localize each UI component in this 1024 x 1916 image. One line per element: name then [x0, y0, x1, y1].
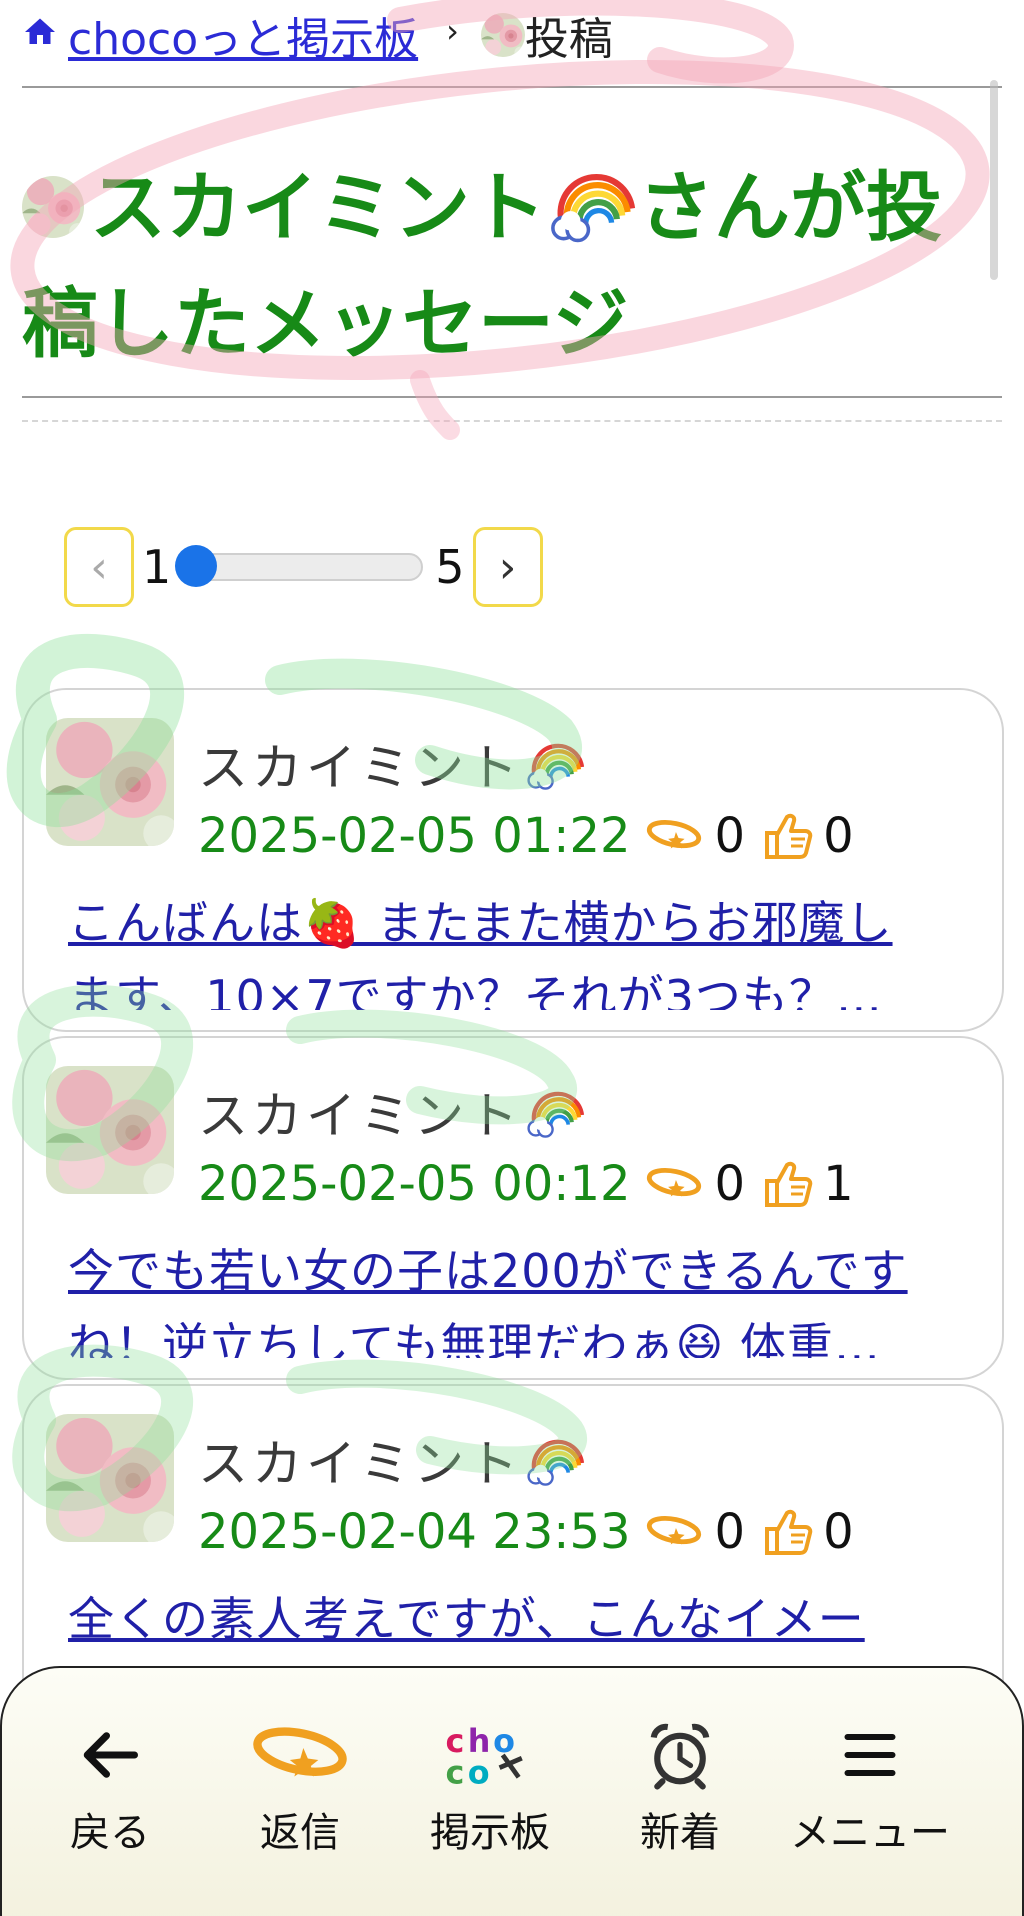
nav-back-button[interactable]: 戻る	[20, 1720, 200, 1858]
post-body-link[interactable]: こんばんは🍓 またまた横からお邪魔し ます、10×7ですか？それが3つも？…	[68, 886, 988, 1010]
post-body-line: ね！逆立ちしても無理だわぁ😆 体重…	[68, 1318, 881, 1358]
post-meta: 2025-02-05 00:12 0 1	[198, 1156, 854, 1212]
reply-count: 0	[714, 1504, 746, 1560]
nav-label: 返信	[260, 1810, 340, 1856]
next-page-button[interactable]: ›	[472, 527, 543, 607]
back-arrow-icon	[83, 1732, 138, 1778]
post-avatar[interactable]	[46, 1414, 174, 1542]
post-body-line: 今でも若い女の子は200ができるんです	[68, 1244, 908, 1298]
post-author-name: スカイミント	[198, 739, 522, 797]
page-title: スカイミント さんが投稿したメッセージ	[22, 150, 1012, 382]
prev-page-button[interactable]: ‹	[64, 527, 134, 607]
svg-text:c: c	[445, 1754, 464, 1790]
post-meta: 2025-02-04 23:53 0 0	[198, 1504, 854, 1560]
reply-icon	[645, 818, 703, 854]
home-icon[interactable]	[22, 14, 58, 50]
rainbow-icon	[524, 1085, 586, 1139]
thumbs-up-icon	[765, 1161, 813, 1207]
like-count: 0	[823, 1504, 854, 1560]
nav-label: メニュー	[790, 1810, 950, 1856]
nav-board-button[interactable]: c h o c o 掲示板	[400, 1720, 580, 1858]
thumbs-up-icon	[765, 1509, 813, 1555]
title-divider	[22, 396, 1002, 398]
post-datetime: 2025-02-05 00:12	[198, 1156, 631, 1212]
choco-logo-icon: c h o c o	[445, 1722, 523, 1790]
rainbow-icon	[524, 1433, 586, 1487]
post-meta: 2025-02-05 01:22 0 0	[198, 808, 854, 864]
nav-label: 戻る	[70, 1810, 150, 1856]
hamburger-menu-icon	[844, 1734, 896, 1776]
page-slider-thumb[interactable]	[175, 545, 218, 587]
page: chocoっと掲示板 › 投稿 スカイミント さんが投稿したメッセージ ‹ 1 5…	[0, 0, 1024, 1916]
nav-new-button[interactable]: 新着	[590, 1720, 770, 1858]
post-avatar[interactable]	[46, 1066, 174, 1194]
user-avatar-icon	[22, 176, 84, 238]
post-author-name: スカイミント	[198, 1435, 522, 1493]
dashed-divider	[22, 420, 1002, 422]
breadcrumb-home-link[interactable]: chocoっと掲示板	[68, 3, 418, 67]
page-slider[interactable]	[175, 545, 424, 587]
breadcrumb-separator: ›	[446, 12, 459, 50]
nav-menu-button[interactable]: メニュー	[780, 1720, 960, 1858]
reply-count: 0	[714, 808, 746, 864]
reply-count: 0	[714, 1156, 746, 1212]
post-body-line: 全くの素人考えですが、こんなイメー	[68, 1592, 865, 1646]
user-avatar-icon	[480, 13, 525, 57]
like-count: 0	[823, 808, 854, 864]
reply-icon	[645, 1514, 703, 1550]
like-count: 1	[823, 1156, 854, 1212]
post-datetime: 2025-02-05 01:22	[198, 808, 631, 864]
svg-text:o: o	[468, 1754, 490, 1790]
page-title-username: スカイミント	[90, 163, 546, 252]
post-card[interactable]: スカイミント 2025-02-05 00:12 0 1 今でも若い女の子は200…	[22, 1036, 1004, 1380]
post-author-name: スカイミント	[198, 1087, 522, 1145]
post-author: スカイミント	[198, 1076, 586, 1148]
reply-shooting-star-icon	[250, 1720, 350, 1790]
post-card[interactable]: スカイミント 2025-02-05 01:22 0 0 こんばんは🍓 またまた横…	[22, 688, 1004, 1032]
post-body-link[interactable]: 今でも若い女の子は200ができるんです ね！逆立ちしても無理だわぁ😆 体重…	[68, 1234, 988, 1358]
pager-total-pages: 5	[435, 540, 465, 594]
breadcrumb-divider	[22, 86, 1002, 88]
nav-label: 掲示板	[430, 1810, 550, 1856]
post-avatar[interactable]	[46, 718, 174, 846]
post-body-line: ます、10×7ですか？それが3つも？…	[68, 970, 883, 1010]
rainbow-icon	[546, 164, 638, 244]
post-body-line: こんばんは🍓 またまた横からお邪魔し	[68, 896, 893, 950]
rainbow-icon	[524, 737, 586, 791]
nav-label: 新着	[640, 1810, 720, 1856]
thumbs-up-icon	[765, 813, 813, 859]
pagination: ‹ 1 5 ›	[64, 524, 543, 610]
post-author: スカイミント	[198, 1424, 586, 1496]
post-author: スカイミント	[198, 728, 586, 800]
post-datetime: 2025-02-04 23:53	[198, 1504, 631, 1560]
reply-icon	[645, 1166, 703, 1202]
nav-reply-button[interactable]: 返信	[210, 1720, 390, 1858]
pager-current-page: 1	[142, 540, 172, 594]
breadcrumb: chocoっと掲示板 › 投稿	[22, 0, 613, 70]
alarm-clock-icon	[650, 1723, 710, 1790]
bottom-navigation: 戻る 返信 c h o c o 掲示板 新着 メニュー	[0, 1666, 1024, 1916]
breadcrumb-current: 投稿	[524, 14, 613, 65]
